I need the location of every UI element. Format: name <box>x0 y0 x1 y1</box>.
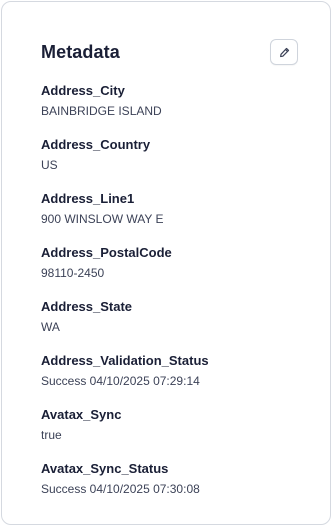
metadata-card: Metadata Address_City BAINBRIDGE ISLAND … <box>1 1 331 525</box>
field-key: Avatax_Sync <box>41 407 122 422</box>
field-value: WA <box>41 320 60 334</box>
field-key: Address_Line1 <box>41 191 135 206</box>
metadata-field: Address_City BAINBRIDGE ISLAND <box>41 82 311 136</box>
field-value: US <box>41 158 58 172</box>
metadata-field-list: Address_City BAINBRIDGE ISLAND Address_C… <box>41 82 311 514</box>
metadata-field: Avatax_Sync_Status Success 04/10/2025 07… <box>41 460 311 514</box>
field-value: Success 04/10/2025 07:29:14 <box>41 374 200 388</box>
field-key: Address_City <box>41 83 125 98</box>
field-value: Success 04/10/2025 07:30:08 <box>41 482 200 496</box>
pencil-icon <box>279 47 290 58</box>
field-key: Address_Validation_Status <box>41 353 209 368</box>
field-key: Address_PostalCode <box>41 245 172 260</box>
field-key: Address_Country <box>41 137 151 152</box>
field-key: Address_State <box>41 299 133 314</box>
metadata-field: Address_PostalCode 98110-2450 <box>41 244 311 298</box>
metadata-field: Avatax_Sync true <box>41 406 311 460</box>
field-key: Avatax_Sync_Status <box>41 461 169 476</box>
field-value: true <box>41 428 62 442</box>
field-value: 900 WINSLOW WAY E <box>41 212 164 226</box>
card-title: Metadata <box>41 42 120 62</box>
metadata-field: Address_State WA <box>41 298 311 352</box>
metadata-field: Address_Line1 900 WINSLOW WAY E <box>41 190 311 244</box>
field-value: 98110-2450 <box>41 266 105 280</box>
metadata-field: Address_Validation_Status Success 04/10/… <box>41 352 311 406</box>
field-value: BAINBRIDGE ISLAND <box>41 104 162 118</box>
edit-metadata-button[interactable] <box>270 39 298 65</box>
metadata-field: Address_Country US <box>41 136 311 190</box>
